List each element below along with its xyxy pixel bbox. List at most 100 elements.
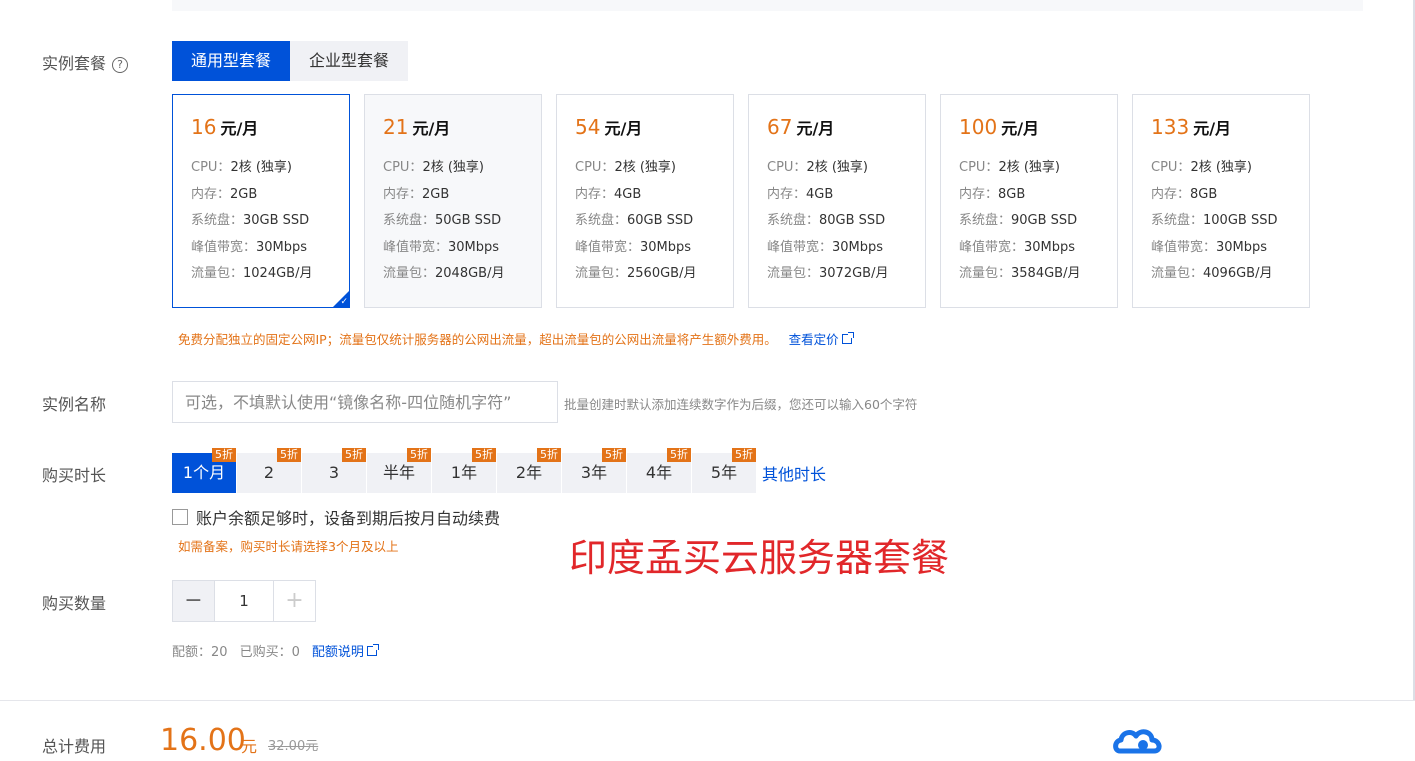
plan-spec-value: 1024GB/月 xyxy=(243,266,313,281)
tab-enterprise-package[interactable]: 企业型套餐 xyxy=(290,41,409,81)
plan-card[interactable]: 67 元/月 CPU：2核 (独享) 内存：4GB 系统盘：80GB SSD 峰值带宽：3… xyxy=(748,94,926,308)
duration-option[interactable]: 2年 5折 xyxy=(497,448,562,493)
plan-spec-bandwidth: 峰值带宽：30Mbps xyxy=(959,235,1080,262)
quota-label: 配额： xyxy=(172,645,212,660)
quota-value: 20 xyxy=(211,645,228,660)
increment-button[interactable]: + xyxy=(273,580,316,622)
instance-package-label-text: 实例套餐 xyxy=(42,54,107,73)
plan-spec-value: 3072GB/月 xyxy=(819,266,889,281)
discount-badge: 5折 xyxy=(407,448,431,462)
plan-spec-value: 30Mbps xyxy=(256,239,308,255)
plan-spec-traffic: 流量包：4096GB/月 xyxy=(1151,261,1277,288)
plan-price-number: 16 xyxy=(191,115,217,139)
plan-card[interactable]: 100 元/月 CPU：2核 (独享) 内存：8GB 系统盘：90GB SSD 峰值带宽：… xyxy=(940,94,1118,308)
duration-label[interactable]: 半年 xyxy=(383,463,415,482)
duration-option[interactable]: 半年 5折 xyxy=(367,448,432,493)
plan-spec-traffic: 流量包：3072GB/月 xyxy=(767,261,888,288)
duration-option[interactable]: 1个月 5折 xyxy=(172,448,237,493)
plan-spec-value: 30Mbps xyxy=(640,239,692,255)
plan-spec-value: 2GB xyxy=(230,186,258,202)
plan-spec-key: 系统盘： xyxy=(959,213,1012,228)
plan-specs: CPU：2核 (独享) 内存：8GB 系统盘：100GB SSD 峰值带宽：30Mbp… xyxy=(1151,155,1277,288)
quantity-value[interactable]: 1 xyxy=(215,580,273,622)
discount-badge: 5折 xyxy=(277,448,301,462)
duration-label[interactable]: 3 xyxy=(329,463,339,482)
watermark-caption: 印度孟买云服务器套餐 xyxy=(569,536,950,580)
plan-spec-traffic: 流量包：1024GB/月 xyxy=(191,261,312,288)
plan-specs: CPU：2核 (独享) 内存：8GB 系统盘：90GB SSD 峰值带宽：30Mbps… xyxy=(959,155,1080,288)
decrement-button[interactable]: − xyxy=(172,580,215,622)
help-icon[interactable]: ? xyxy=(112,57,129,73)
plan-spec-value: 90GB SSD xyxy=(1011,213,1078,228)
instance-name-label: 实例名称 xyxy=(42,395,107,414)
plan-price-number: 133 xyxy=(1151,115,1190,139)
plan-spec-key: 流量包： xyxy=(383,266,436,281)
plan-spec-value: 4GB xyxy=(614,186,642,202)
plan-spec-key: 系统盘： xyxy=(383,213,436,228)
plan-spec-memory: 内存：2GB xyxy=(191,182,312,209)
plan-spec-value: 2核 (独享) xyxy=(614,160,676,175)
duration-option[interactable]: 3 5折 xyxy=(302,448,367,493)
purchase-duration-label: 购买时长 xyxy=(42,466,107,485)
other-duration-link[interactable]: 其他时长 xyxy=(762,461,826,485)
plan-spec-bandwidth: 峰值带宽：30Mbps xyxy=(1151,235,1277,262)
duration-label[interactable]: 3年 xyxy=(581,463,607,482)
plan-spec-key: 流量包： xyxy=(575,266,628,281)
instance-name-input[interactable] xyxy=(172,381,558,423)
plan-specs: CPU：2核 (独享) 内存：2GB 系统盘：50GB SSD 峰值带宽：30Mbps… xyxy=(383,155,504,288)
plan-spec-key: 内存： xyxy=(383,186,423,202)
duration-option[interactable]: 1年 5折 xyxy=(432,448,497,493)
quota-info: 配额：20 已购买：0 配额说明 xyxy=(172,641,379,660)
plan-spec-disk: 系统盘：80GB SSD xyxy=(767,208,888,235)
plan-spec-key: 内存： xyxy=(959,186,999,202)
plan-spec-value: 30GB SSD xyxy=(243,213,310,228)
plan-spec-traffic: 流量包：2048GB/月 xyxy=(383,261,504,288)
auto-renew-checkbox[interactable] xyxy=(172,509,188,525)
quota-description-link[interactable]: 配额说明 xyxy=(312,644,379,660)
plan-spec-value: 60GB SSD xyxy=(627,213,694,228)
duration-option[interactable]: 2 5折 xyxy=(237,448,302,493)
plan-spec-key: 流量包： xyxy=(767,266,820,281)
plan-spec-key: 峰值带宽： xyxy=(191,239,257,255)
plan-spec-disk: 系统盘：90GB SSD xyxy=(959,208,1080,235)
plan-card[interactable]: 54 元/月 CPU：2核 (独享) 内存：4GB 系统盘：60GB SSD 峰值带宽：3… xyxy=(556,94,734,308)
plan-card[interactable]: 21 元/月 CPU：2核 (独享) 内存：2GB 系统盘：50GB SSD 峰值带宽：3… xyxy=(364,94,542,308)
duration-option[interactable]: 5年 5折 xyxy=(692,448,757,493)
plan-spec-value: 80GB SSD xyxy=(819,213,886,228)
plan-spec-value: 2560GB/月 xyxy=(627,266,697,281)
duration-label[interactable]: 1年 xyxy=(451,463,477,482)
plan-spec-memory: 内存：8GB xyxy=(1151,182,1277,209)
plan-price-unit: 元/月 xyxy=(1193,119,1232,138)
quota-description-link-text[interactable]: 配额说明 xyxy=(312,645,364,660)
plan-spec-value: 2核 (独享) xyxy=(806,160,868,175)
view-pricing-link-text[interactable]: 查看定价 xyxy=(789,332,839,347)
plan-list: 16 元/月 CPU：2核 (独享) 内存：2GB 系统盘：30GB SSD 峰值带宽：3… xyxy=(172,94,1324,308)
pricing-notice: 免费分配独立的固定公网IP；流量包仅统计服务器的公网出流量，超出流量包的公网出流… xyxy=(178,329,854,348)
duration-label[interactable]: 5年 xyxy=(711,463,737,482)
plan-spec-disk: 系统盘：30GB SSD xyxy=(191,208,312,235)
plan-spec-cpu: CPU：2核 (独享) xyxy=(575,155,696,182)
plan-specs: CPU：2核 (独享) 内存：2GB 系统盘：30GB SSD 峰值带宽：30Mbps… xyxy=(191,155,312,288)
duration-label[interactable]: 2 xyxy=(264,463,274,482)
plan-card[interactable]: 133 元/月 CPU：2核 (独享) 内存：8GB 系统盘：100GB SSD 峰值带宽… xyxy=(1132,94,1310,308)
plan-specs: CPU：2核 (独享) 内存：4GB 系统盘：60GB SSD 峰值带宽：30Mbps… xyxy=(575,155,696,288)
cloud-logo-icon xyxy=(1113,729,1162,754)
discount-badge: 5折 xyxy=(342,448,366,462)
purchase-quantity-label: 购买数量 xyxy=(42,594,107,613)
duration-label[interactable]: 2年 xyxy=(516,463,542,482)
view-pricing-link[interactable]: 查看定价 xyxy=(789,332,854,347)
instance-name-hint: 批量创建时默认添加连续数字作为后缀，您还可以输入60个字符 xyxy=(564,397,918,412)
tab-general-package[interactable]: 通用型套餐 xyxy=(172,41,291,81)
discount-badge: 5折 xyxy=(602,448,626,462)
plan-card[interactable]: 16 元/月 CPU：2核 (独享) 内存：2GB 系统盘：30GB SSD 峰值带宽：3… xyxy=(172,94,350,308)
duration-option[interactable]: 4年 5折 xyxy=(627,448,692,493)
duration-label[interactable]: 4年 xyxy=(646,463,672,482)
duration-label[interactable]: 1个月 xyxy=(183,463,225,482)
plan-spec-key: 系统盘： xyxy=(191,213,244,228)
plan-spec-value: 30Mbps xyxy=(1216,239,1268,255)
auto-renew-label[interactable]: 账户余额足够时，设备到期后按月自动续费 xyxy=(196,505,500,529)
duration-option[interactable]: 3年 5折 xyxy=(562,448,627,493)
plan-spec-bandwidth: 峰值带宽：30Mbps xyxy=(191,235,312,262)
quantity-stepper: − 1 + xyxy=(172,580,316,622)
discount-badge: 5折 xyxy=(212,448,236,462)
